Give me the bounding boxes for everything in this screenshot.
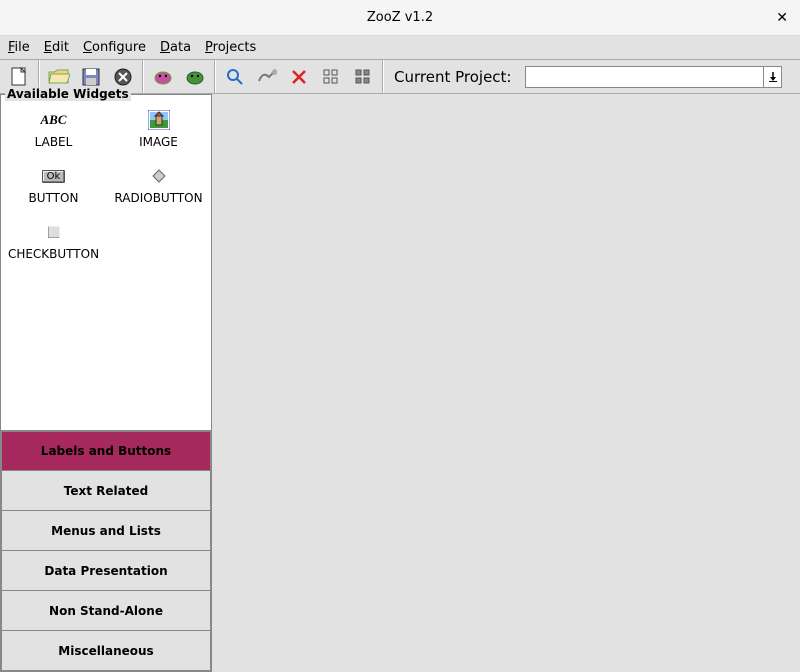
options-icon[interactable] bbox=[254, 64, 280, 90]
widget-button-text: BUTTON bbox=[29, 191, 79, 205]
widget-label[interactable]: ABC LABEL bbox=[3, 111, 104, 149]
label-icon: ABC bbox=[42, 111, 66, 129]
category-text-related[interactable]: Text Related bbox=[1, 471, 211, 511]
widget-checkbutton-text: CHECKBUTTON bbox=[8, 247, 99, 261]
menubar: File Edit Configure Data Projects bbox=[0, 36, 800, 60]
align-grid-a-icon[interactable] bbox=[318, 64, 344, 90]
menu-configure[interactable]: Configure bbox=[83, 40, 146, 55]
content-area bbox=[212, 94, 800, 672]
widget-image-text: IMAGE bbox=[139, 135, 178, 149]
new-file-icon[interactable] bbox=[6, 64, 32, 90]
image-icon bbox=[147, 111, 171, 129]
radiobutton-icon bbox=[147, 167, 171, 185]
category-labels-buttons[interactable]: Labels and Buttons bbox=[1, 431, 211, 471]
category-data-presentation[interactable]: Data Presentation bbox=[1, 551, 211, 591]
category-miscellaneous[interactable]: Miscellaneous bbox=[1, 631, 211, 671]
category-menus-lists[interactable]: Menus and Lists bbox=[1, 511, 211, 551]
widget-radiobutton[interactable]: RADIOBUTTON bbox=[108, 167, 209, 205]
current-project-label: Current Project: bbox=[390, 68, 515, 86]
widget-button[interactable]: Ok BUTTON bbox=[3, 167, 104, 205]
category-non-standalone[interactable]: Non Stand-Alone bbox=[1, 591, 211, 631]
menu-projects[interactable]: Projects bbox=[205, 40, 256, 55]
category-list: Labels and Buttons Text Related Menus an… bbox=[1, 431, 211, 671]
checkbutton-icon bbox=[42, 223, 66, 241]
main-area: Available Widgets ABC LABEL IMAGE bbox=[0, 94, 800, 672]
current-project-dropdown[interactable] bbox=[525, 66, 782, 88]
menu-file[interactable]: File bbox=[8, 40, 30, 55]
delete-icon[interactable] bbox=[110, 64, 136, 90]
titlebar: ZooZ v1.2 ✕ bbox=[0, 0, 800, 36]
sidebar-group-label: Available Widgets bbox=[5, 87, 131, 101]
menu-data[interactable]: Data bbox=[160, 40, 191, 55]
dropdown-arrow-icon[interactable] bbox=[763, 67, 781, 87]
zoom-icon[interactable] bbox=[222, 64, 248, 90]
window-title: ZooZ v1.2 bbox=[0, 10, 800, 25]
perl-run-icon[interactable] bbox=[150, 64, 176, 90]
open-folder-icon[interactable] bbox=[46, 64, 72, 90]
widget-palette: ABC LABEL IMAGE Ok BUTTON bbox=[1, 95, 211, 431]
close-icon[interactable]: ✕ bbox=[776, 0, 788, 36]
button-icon: Ok bbox=[42, 167, 66, 185]
widget-label-text: LABEL bbox=[35, 135, 73, 149]
menu-edit[interactable]: Edit bbox=[44, 40, 69, 55]
align-grid-b-icon[interactable] bbox=[350, 64, 376, 90]
widget-checkbutton[interactable]: CHECKBUTTON bbox=[3, 223, 104, 261]
widget-image[interactable]: IMAGE bbox=[108, 111, 209, 149]
save-icon[interactable] bbox=[78, 64, 104, 90]
remove-icon[interactable] bbox=[286, 64, 312, 90]
sidebar: Available Widgets ABC LABEL IMAGE bbox=[0, 94, 212, 672]
perl-debug-icon[interactable] bbox=[182, 64, 208, 90]
widget-radiobutton-text: RADIOBUTTON bbox=[114, 191, 202, 205]
